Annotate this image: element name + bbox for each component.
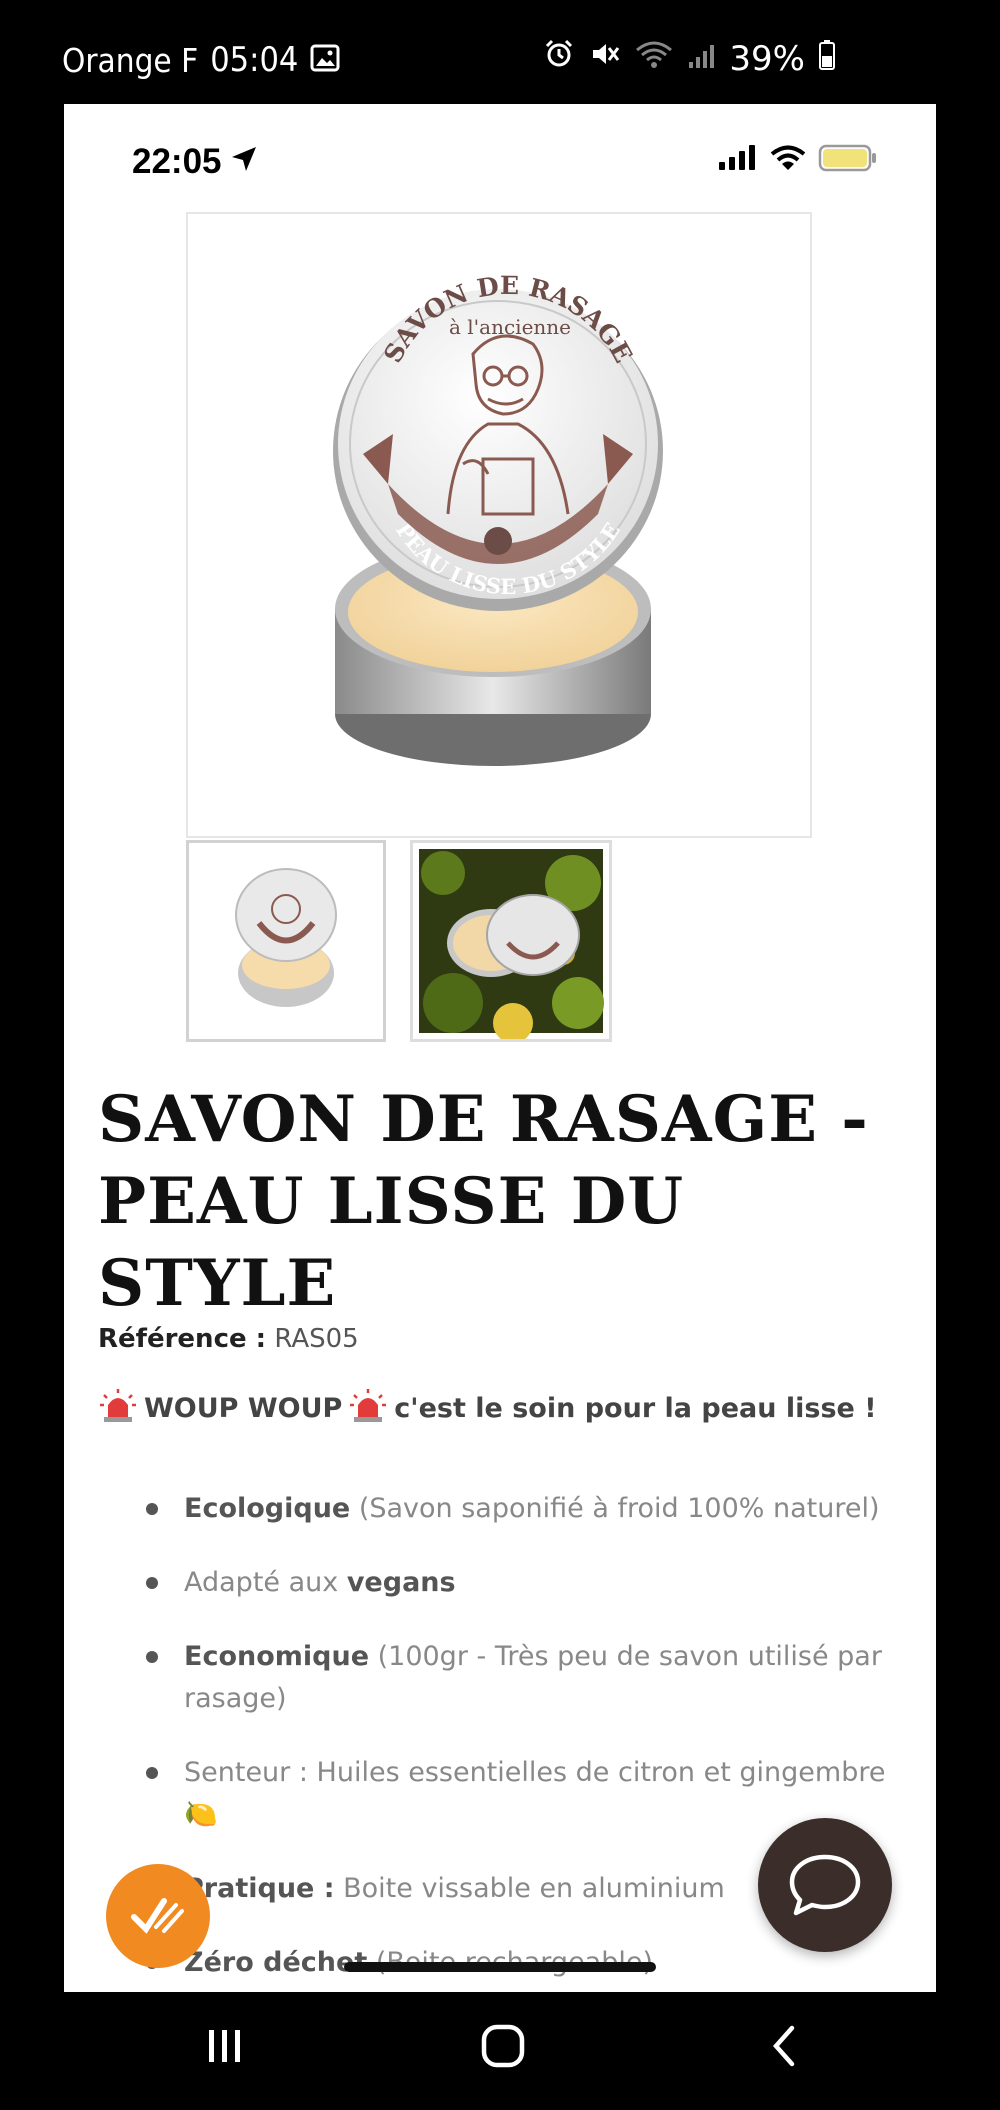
ios-clock: 22:05 [132,142,222,181]
ios-signal-icon [718,145,758,175]
embedded-screenshot: 22:05 SAVON DE RASAGE à l'ancienne PEAU … [64,104,936,1992]
reference-label: Référence : [98,1324,267,1354]
alarm-icon [543,38,575,79]
chat-bubble-icon [789,1854,861,1916]
thumbnail-2[interactable] [410,840,612,1042]
ios-home-indicator[interactable] [344,1962,656,1972]
battery-icon [819,39,835,79]
mute-icon [589,38,621,79]
ios-status-bar: 22:05 [64,104,936,194]
location-arrow-icon [230,142,258,182]
android-status-bar: Orange F 05:04 39% [0,0,1000,104]
ios-wifi-icon [770,145,806,175]
thumbnail-1[interactable] [186,840,386,1042]
recent-apps-icon [209,2030,240,2062]
list-item: Ecologique (Savon saponifié à froid 100%… [134,1488,914,1530]
ios-battery-icon [818,144,878,176]
list-item: Adapté aux vegans [134,1562,914,1604]
product-title: SAVON DE RASAGE - PEAU LISSE DU STYLE [98,1082,869,1321]
product-main-image[interactable]: SAVON DE RASAGE à l'ancienne PEAU LISSE … [186,212,812,838]
recent-apps-button[interactable] [185,2014,265,2078]
product-reference: Référence : RAS05 [98,1324,359,1354]
checkmark-icon [131,1898,184,1934]
siren-icon [98,1387,138,1430]
siren-icon [348,1387,388,1430]
list-item: Economique (100gr - Très peu de savon ut… [134,1636,914,1720]
tagline-part-2: c'est le soin pour la peau lisse ! [394,1393,877,1424]
home-icon [481,2024,525,2068]
carrier-name: Orange F [62,40,199,80]
tin-lid-sub-text: à l'ancienne [449,315,571,339]
android-clock: 05:04 [210,40,299,80]
product-tagline: WOUP WOUP c'est le soin pour la peau lis… [98,1387,877,1430]
tagline-part-1: WOUP WOUP [144,1393,343,1424]
gallery-notification-icon [310,41,340,80]
lemon-icon: 🍋 [184,1799,218,1830]
cell-signal-icon [687,39,715,79]
back-chevron-icon [772,2025,795,2067]
android-nav-bar [0,1992,1000,2110]
battery-percent: 39% [729,38,805,79]
shaving-soap-tin-illustration: SAVON DE RASAGE à l'ancienne PEAU LISSE … [333,271,663,766]
chat-button[interactable] [758,1818,892,1952]
home-button[interactable] [463,2014,543,2078]
back-button[interactable] [744,2014,824,2078]
wifi-icon [635,39,673,79]
review-badge-button[interactable] [106,1864,210,1968]
reference-value: RAS05 [274,1324,359,1354]
